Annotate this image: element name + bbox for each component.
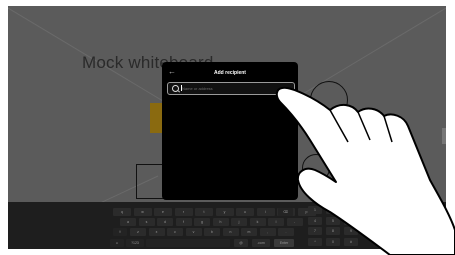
key-j[interactable]: j — [231, 218, 247, 226]
key-n[interactable]: n — [222, 228, 239, 236]
key-m[interactable]: m — [241, 228, 257, 236]
key-k[interactable]: k — [249, 218, 266, 226]
dialog-title: Add recipient — [214, 70, 246, 76]
search-icon — [172, 85, 179, 92]
key-v[interactable]: v — [185, 228, 202, 236]
emoji-key[interactable]: ☺ — [110, 239, 124, 247]
symbols-key[interactable]: ?123 — [126, 239, 144, 247]
device-bezel: Mock whiteboard ← Add recipient qwertyui… — [0, 0, 455, 255]
key-f[interactable]: f — [175, 218, 192, 226]
key-r[interactable]: r — [174, 208, 193, 216]
recipient-search-input[interactable] — [182, 84, 282, 92]
key-y[interactable]: y — [215, 208, 234, 216]
shift-icon[interactable]: ⇧ — [113, 228, 127, 236]
key-e[interactable]: e — [154, 208, 172, 216]
key-at[interactable]: @ — [234, 239, 248, 247]
key-g[interactable]: g — [194, 218, 210, 226]
space-bar[interactable] — [146, 239, 230, 247]
key-a[interactable]: a — [120, 218, 136, 226]
hand-pointer-overlay — [275, 86, 455, 255]
key-w[interactable]: w — [133, 208, 152, 216]
key-z[interactable]: z — [130, 228, 146, 236]
key-q[interactable]: q — [113, 208, 131, 216]
key-d[interactable]: d — [157, 218, 173, 226]
dotcom-key[interactable]: .com — [252, 239, 270, 247]
key-s[interactable]: s — [138, 218, 155, 226]
key-b[interactable]: b — [204, 228, 220, 236]
key-t[interactable]: t — [195, 208, 213, 216]
key-h[interactable]: h — [212, 218, 229, 226]
key-u[interactable]: u — [236, 208, 254, 216]
key-x[interactable]: x — [148, 228, 165, 236]
key-c[interactable]: c — [167, 228, 183, 236]
